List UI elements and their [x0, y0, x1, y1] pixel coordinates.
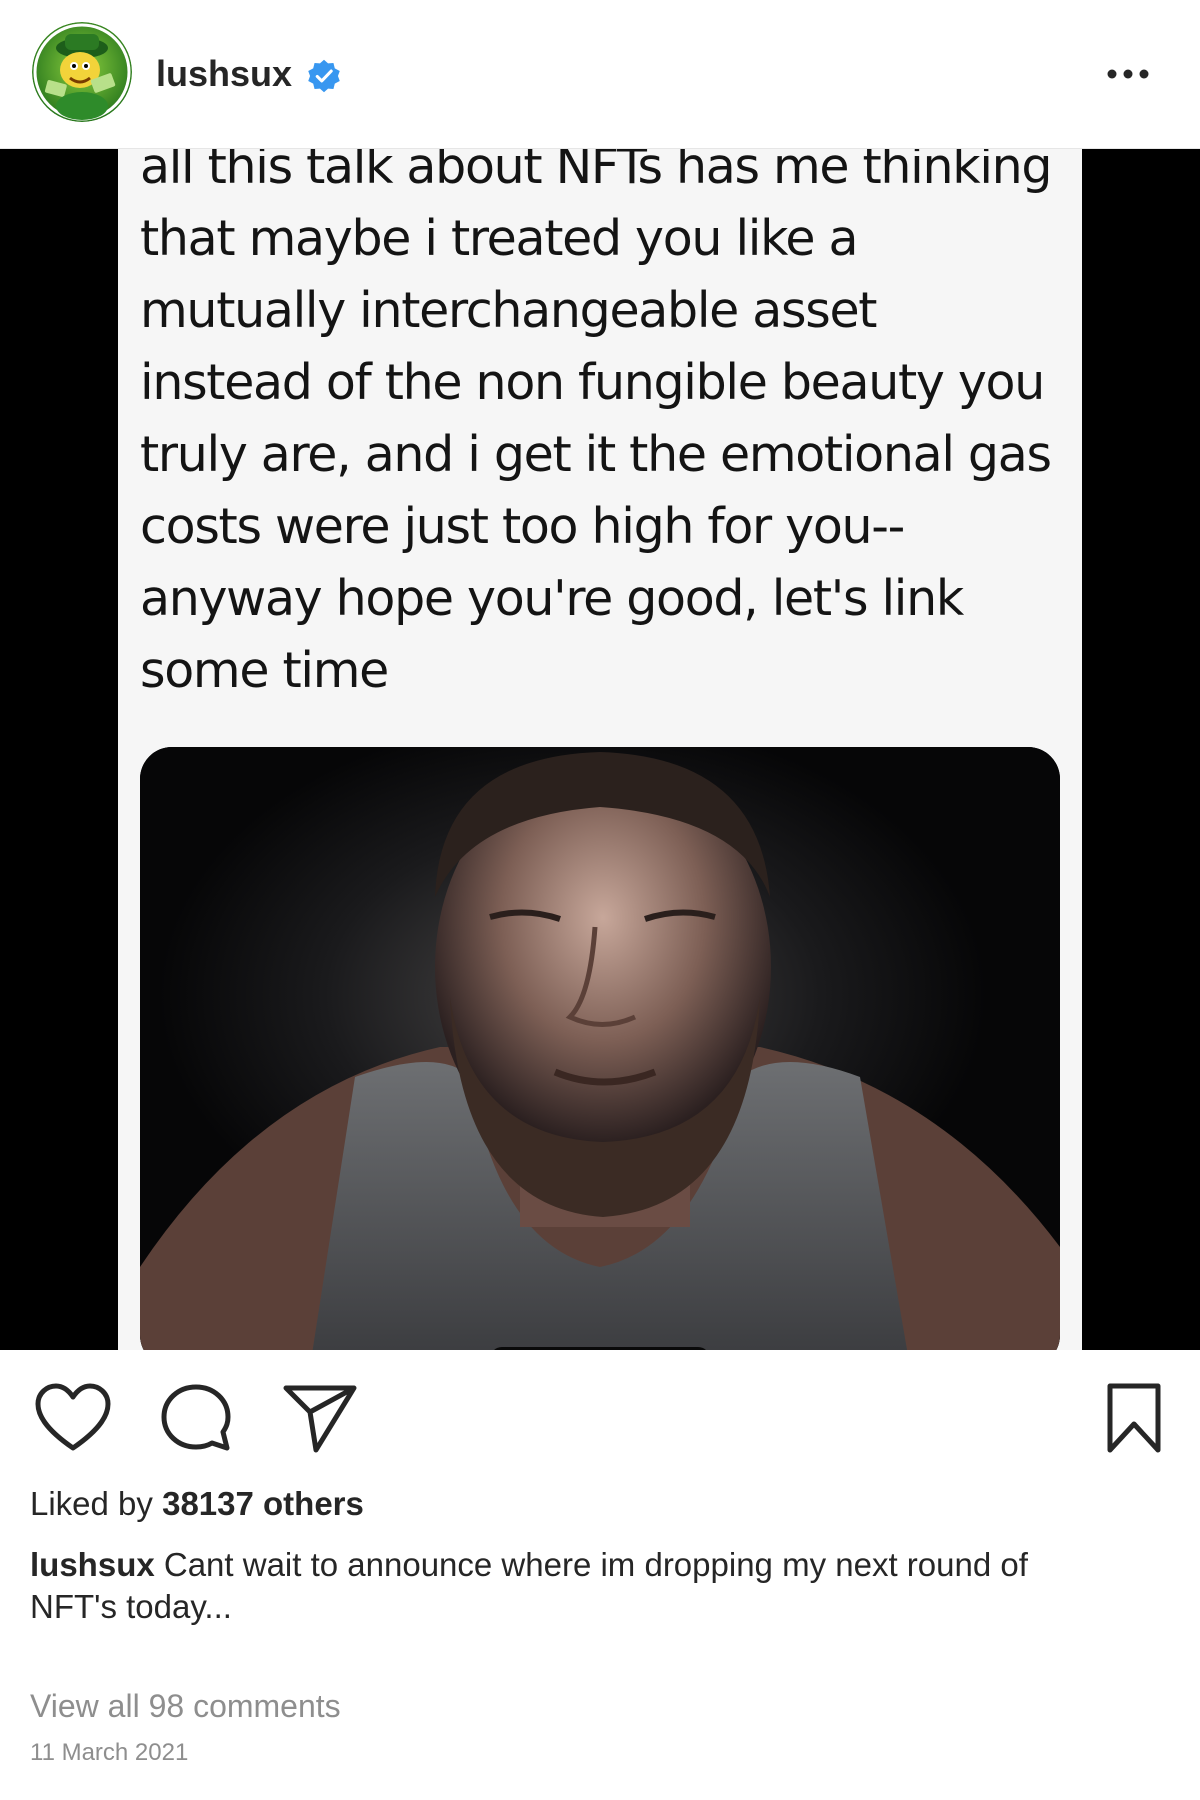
- heart-icon[interactable]: [34, 1382, 112, 1454]
- likes-others-count[interactable]: 38137 others: [162, 1485, 364, 1522]
- view-all-comments-link[interactable]: View all 98 comments: [30, 1686, 341, 1726]
- tweet-text: all this talk about NFTs has me thinking…: [140, 149, 1053, 699]
- likes-prefix: Liked by: [30, 1485, 163, 1522]
- post-header: lushsux: [0, 0, 1200, 149]
- caption-username[interactable]: lushsux: [30, 1546, 155, 1583]
- post-actions: [0, 1350, 1200, 1470]
- comment-icon[interactable]: [160, 1382, 232, 1454]
- tweet-screenshot: all this talk about NFTs has me thinking…: [118, 149, 1082, 1350]
- post-date: 11 March 2021: [30, 1739, 189, 1766]
- likes-count[interactable]: Liked by 38137 others: [30, 1484, 364, 1524]
- verified-badge-icon: [308, 59, 340, 93]
- bookmark-icon[interactable]: [1100, 1382, 1168, 1454]
- cartoon-character-avatar-icon: [32, 22, 132, 122]
- share-icon[interactable]: [282, 1382, 358, 1454]
- post-media[interactable]: all this talk about NFTs has me thinking…: [0, 149, 1200, 1350]
- post-username[interactable]: lushsux: [156, 52, 292, 96]
- instagram-post: lushsux all this talk about NFTs has me …: [0, 0, 1200, 1800]
- more-dots-icon[interactable]: [1102, 54, 1154, 94]
- tweet-photo: [140, 747, 1060, 1350]
- caption-text: Cant wait to announce where im dropping …: [30, 1546, 1028, 1625]
- avatar[interactable]: [32, 22, 132, 122]
- man-looking-at-phone-image: [140, 747, 1060, 1350]
- post-caption: lushsux Cant wait to announce where im d…: [30, 1544, 1030, 1628]
